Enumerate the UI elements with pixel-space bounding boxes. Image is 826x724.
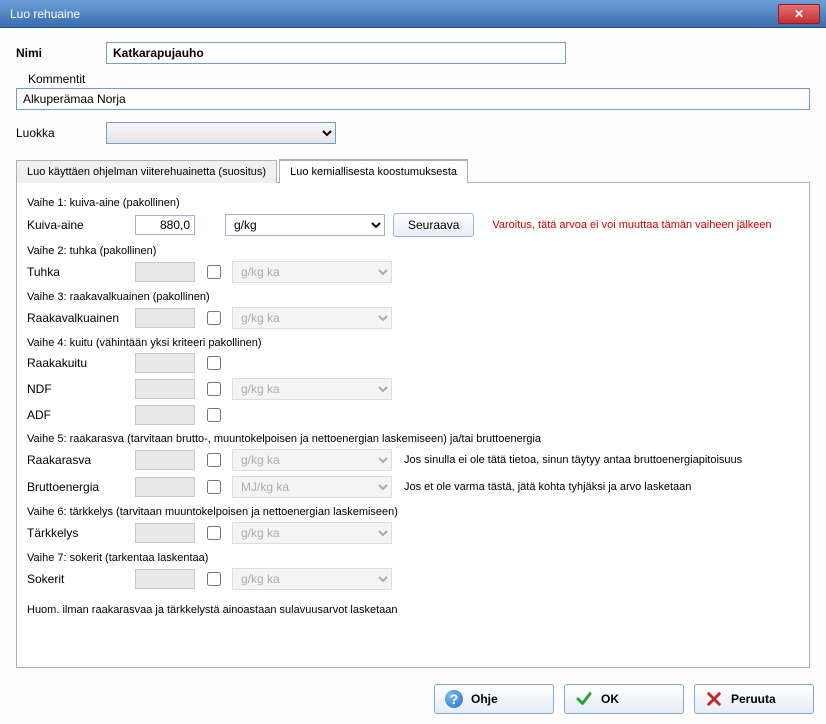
- ash-input: [135, 262, 195, 282]
- ash-unit: g/kg ka: [232, 261, 392, 283]
- class-select[interactable]: [106, 122, 336, 144]
- help-icon: ?: [445, 690, 463, 708]
- help-button-label: Ohje: [471, 692, 498, 706]
- dry-matter-label: Kuiva-aine: [27, 218, 127, 232]
- help-button[interactable]: ? Ohje: [434, 684, 554, 714]
- dry-matter-unit[interactable]: g/kg: [225, 214, 385, 236]
- ash-checkbox[interactable]: [207, 265, 221, 279]
- ndf-unit: g/kg ka: [232, 378, 392, 400]
- gross-energy-info: Jos et ole varma tästä, jätä kohta tyhjä…: [404, 481, 691, 493]
- gross-energy-label: Bruttoenergia: [27, 480, 127, 494]
- gross-energy-unit: MJ/kg ka: [232, 476, 392, 498]
- ash-label: Tuhka: [27, 265, 127, 279]
- crude-fibre-checkbox[interactable]: [207, 356, 221, 370]
- window-title: Luo rehuaine: [10, 7, 778, 21]
- stage4-title: Vaihe 4: kuitu (vähintään yksi kriteeri …: [27, 337, 799, 349]
- footer-note: Huom. ilman raakarasvaa ja tärkkelystä a…: [27, 604, 799, 616]
- sugars-checkbox[interactable]: [207, 572, 221, 586]
- cancel-button[interactable]: Peruuta: [694, 684, 814, 714]
- sugars-label: Sokerit: [27, 572, 127, 586]
- starch-input: [135, 523, 195, 543]
- adf-label: ADF: [27, 408, 127, 422]
- cancel-button-label: Peruuta: [731, 692, 776, 706]
- adf-checkbox[interactable]: [207, 408, 221, 422]
- window-close-button[interactable]: ✕: [778, 4, 820, 24]
- comments-input[interactable]: [16, 88, 810, 110]
- cancel-icon: [705, 690, 723, 708]
- fat-input: [135, 450, 195, 470]
- tab-pane-chemical: Vaihe 1: kuiva-aine (pakollinen) Kuiva-a…: [16, 182, 810, 668]
- starch-label: Tärkkelys: [27, 526, 127, 540]
- protein-input: [135, 308, 195, 328]
- name-label: Nimi: [16, 46, 106, 60]
- close-icon: ✕: [794, 7, 804, 21]
- dry-matter-input[interactable]: [135, 215, 195, 235]
- fat-info: Jos sinulla ei ole tätä tietoa, sinun tä…: [404, 454, 742, 466]
- fat-unit: g/kg ka: [232, 449, 392, 471]
- class-label: Luokka: [16, 126, 106, 140]
- starch-checkbox[interactable]: [207, 526, 221, 540]
- stage6-title: Vaihe 6: tärkkelys (tarvitaan muuntokelp…: [27, 506, 799, 518]
- ndf-label: NDF: [27, 382, 127, 396]
- gross-energy-input: [135, 477, 195, 497]
- fat-label: Raakarasva: [27, 453, 127, 467]
- ndf-input: [135, 379, 195, 399]
- starch-unit: g/kg ka: [232, 522, 392, 544]
- ok-button-label: OK: [601, 692, 619, 706]
- stage3-title: Vaihe 3: raakavalkuainen (pakollinen): [27, 291, 799, 303]
- name-input[interactable]: [106, 42, 566, 64]
- stage5-title: Vaihe 5: raakarasva (tarvitaan brutto-, …: [27, 433, 799, 445]
- protein-label: Raakavalkuainen: [27, 311, 127, 325]
- stage1-title: Vaihe 1: kuiva-aine (pakollinen): [27, 197, 799, 209]
- crude-fibre-input: [135, 353, 195, 373]
- next-button[interactable]: Seuraava: [393, 213, 474, 237]
- sugars-input: [135, 569, 195, 589]
- comments-label: Kommentit: [28, 72, 810, 86]
- tab-reference[interactable]: Luo käyttäen ohjelman viiterehuainetta (…: [16, 160, 277, 183]
- sugars-unit: g/kg ka: [232, 568, 392, 590]
- dry-matter-warning: Varoitus, tätä arvoa ei voi muuttaa tämä…: [492, 219, 771, 231]
- stage7-title: Vaihe 7: sokerit (tarkentaa laskentaa): [27, 552, 799, 564]
- ndf-checkbox[interactable]: [207, 382, 221, 396]
- fat-checkbox[interactable]: [207, 453, 221, 467]
- titlebar: Luo rehuaine ✕: [0, 0, 826, 28]
- gross-energy-checkbox[interactable]: [207, 480, 221, 494]
- stage2-title: Vaihe 2: tuhka (pakollinen): [27, 245, 799, 257]
- check-icon: [575, 690, 593, 708]
- protein-checkbox[interactable]: [207, 311, 221, 325]
- crude-fibre-label: Raakakuitu: [27, 356, 127, 370]
- adf-input: [135, 405, 195, 425]
- ok-button[interactable]: OK: [564, 684, 684, 714]
- protein-unit: g/kg ka: [232, 307, 392, 329]
- tab-chemical[interactable]: Luo kemiallisesta koostumuksesta: [279, 159, 468, 183]
